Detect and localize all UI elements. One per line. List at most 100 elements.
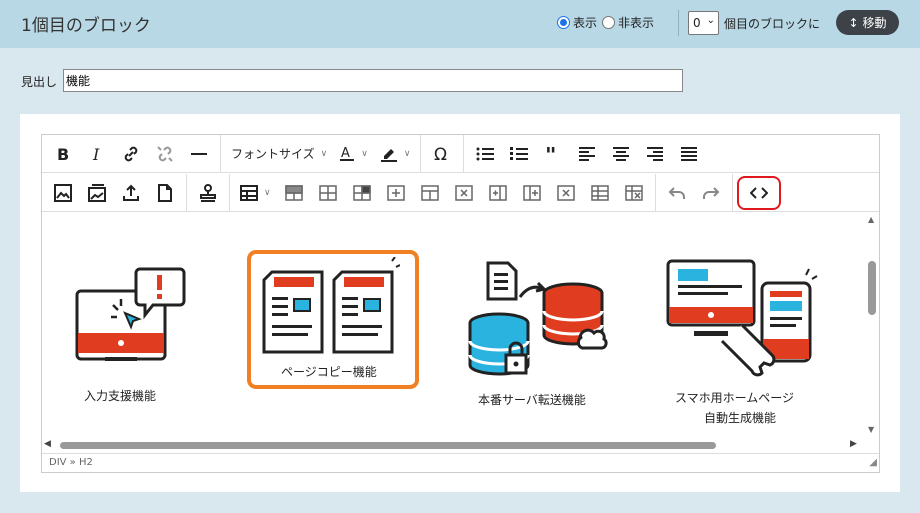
horizontal-scroll-thumb[interactable] (60, 442, 716, 449)
table-insert-col-right-icon[interactable] (515, 176, 549, 210)
bold-icon[interactable]: B (46, 137, 80, 171)
table-row-below-icon[interactable] (311, 176, 345, 210)
link-icon[interactable] (114, 137, 148, 171)
server-transfer-icon (468, 261, 608, 376)
svg-text:": " (545, 147, 556, 161)
up-down-arrow-icon: ↕ (848, 15, 859, 30)
image-gallery-icon[interactable] (80, 176, 114, 210)
chevron-down-icon: ∨ (403, 148, 411, 159)
feature-caption-smartphone-line1: スマホ用ホームページ (675, 391, 795, 405)
svg-text:I: I (92, 146, 100, 162)
unlink-icon[interactable] (148, 137, 182, 171)
history-group (656, 173, 733, 212)
monitor-cursor-alert-icon (75, 267, 186, 361)
stamp-group (187, 173, 230, 212)
align-left-icon[interactable] (570, 137, 604, 171)
heading-label: 見出し (21, 75, 58, 89)
font-color-icon: A (340, 146, 355, 161)
font-size-dropdown[interactable]: フォントサイズ ∨ (225, 137, 333, 171)
page-copy-icon (262, 257, 400, 354)
heading-input[interactable] (63, 69, 683, 92)
highlight-icon (380, 148, 397, 162)
block-header: 1個目のブロック 表示 非表示 0 ⌄ 個目のブロックに ↕ 移動 (0, 0, 920, 48)
element-path-status-bar: DIV » H2 ◢ (42, 453, 879, 472)
visible-radio-label[interactable]: 表示 (573, 14, 597, 31)
svg-text:Ω: Ω (434, 145, 447, 163)
table-dropdown[interactable]: ∨ (234, 176, 277, 210)
svg-text:A: A (341, 146, 350, 161)
paragraph-group: " (464, 135, 710, 173)
block-title: 1個目のブロック (21, 16, 151, 36)
scroll-up-icon[interactable]: ▲ (868, 215, 874, 224)
resize-handle-icon[interactable]: ◢ (869, 457, 877, 468)
source-group (733, 174, 785, 212)
font-color-dropdown[interactable]: A ∨ (333, 137, 374, 171)
horizontal-line-icon[interactable] (182, 137, 216, 171)
header-divider (678, 10, 679, 36)
hidden-radio[interactable] (602, 16, 616, 29)
table-col-right-icon[interactable] (413, 176, 447, 210)
redo-icon[interactable] (694, 176, 728, 210)
toolbar-row-1: B I フォントサイズ ∨ A ∨ ∨ Ω " (42, 134, 879, 173)
scroll-right-icon[interactable]: ▶ (850, 439, 857, 449)
table-delete-icon[interactable] (617, 176, 651, 210)
move-button-label: 移動 (862, 16, 887, 30)
visibility-radio-group: 表示 非表示 (557, 14, 659, 31)
feature-caption-page-copy: ページコピー機能 (281, 365, 377, 379)
block-position-caption: 個目のブロックに (724, 17, 821, 31)
table-delete-row-icon[interactable] (447, 176, 481, 210)
table-cell-merge-icon[interactable] (345, 176, 379, 210)
scroll-left-icon[interactable]: ◀ (44, 439, 51, 449)
table-col-left-icon[interactable] (379, 176, 413, 210)
chevron-down-icon: ∨ (264, 187, 271, 198)
scroll-down-icon[interactable]: ▼ (868, 425, 874, 434)
upload-icon[interactable] (114, 176, 148, 210)
bullet-list-icon[interactable] (468, 137, 502, 171)
highlight-dropdown[interactable]: ∨ (374, 137, 417, 171)
blockquote-icon[interactable]: " (536, 137, 570, 171)
image-icon[interactable] (46, 176, 80, 210)
numbered-list-icon[interactable] (502, 137, 536, 171)
feature-caption-smartphone-line2: 自動生成機能 (704, 411, 777, 425)
source-code-icon (749, 186, 768, 199)
hidden-radio-label[interactable]: 非表示 (618, 14, 654, 31)
table-insert-col-icon[interactable] (481, 176, 515, 210)
editor-content-area[interactable]: 入力支援機能 ページコピー機能 本番サーバ転送機能 スマホ用ホームページ 自動生… (42, 213, 864, 453)
file-icon[interactable] (148, 176, 182, 210)
align-right-icon[interactable] (638, 137, 672, 171)
block-position-value: 0 (693, 16, 701, 30)
feature-caption-input-support: 入力支援機能 (84, 389, 157, 403)
vertical-scroll-thumb[interactable] (868, 261, 876, 315)
italic-icon[interactable]: I (80, 137, 114, 171)
vertical-scrollbar[interactable]: ▲ ▼ (865, 213, 879, 444)
align-center-icon[interactable] (604, 137, 638, 171)
source-code-button[interactable] (736, 175, 781, 210)
font-group: フォントサイズ ∨ A ∨ ∨ (221, 134, 422, 173)
media-group (42, 173, 187, 212)
visible-radio[interactable] (557, 16, 570, 29)
format-group: B I (42, 134, 221, 173)
font-size-label: フォントサイズ (231, 147, 315, 161)
chevron-down-icon: ∨ (320, 148, 328, 159)
element-path[interactable]: DIV » H2 (49, 457, 93, 468)
table-icon (240, 184, 258, 201)
special-char-icon[interactable]: Ω (425, 137, 459, 171)
align-justify-icon[interactable] (672, 137, 706, 171)
undo-icon[interactable] (660, 176, 694, 210)
table-props-icon[interactable] (583, 176, 617, 210)
horizontal-scrollbar[interactable]: ◀ ▶ (42, 438, 864, 453)
chevron-down-icon: ∨ (361, 148, 368, 159)
table-delete-col-icon[interactable] (549, 176, 583, 210)
block-position-select[interactable]: 0 ⌄ (688, 11, 719, 35)
smartphone-site-generate-icon (666, 259, 818, 377)
feature-caption-server-transfer: 本番サーバ転送機能 (478, 393, 586, 407)
stamp-icon[interactable] (191, 176, 225, 210)
table-row-above-icon[interactable] (277, 176, 311, 210)
special-char-group: Ω (421, 134, 465, 173)
chevron-down-icon: ⌄ (706, 15, 715, 26)
move-button[interactable]: ↕ 移動 (836, 10, 899, 35)
table-group: ∨ (230, 173, 656, 212)
svg-text:B: B (57, 146, 69, 162)
toolbar-row-2: ∨ (42, 173, 879, 212)
rich-text-editor: B I フォントサイズ ∨ A ∨ ∨ Ω " ∨ 入力支援機能 ページコピー機… (41, 134, 880, 473)
